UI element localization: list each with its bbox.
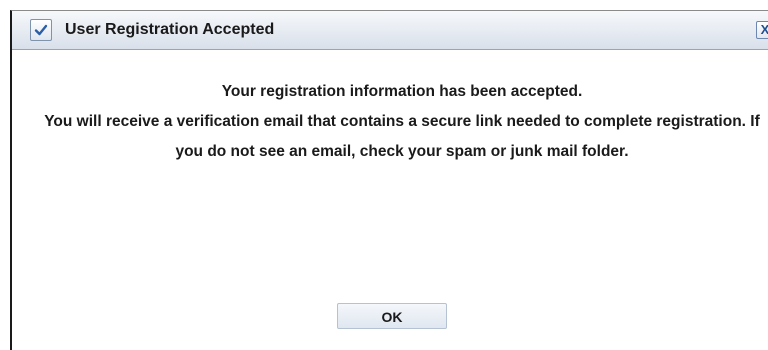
dialog-message: Your registration information has been a… bbox=[32, 77, 768, 167]
dialog-title: User Registration Accepted bbox=[65, 21, 275, 38]
checkmark-icon bbox=[30, 19, 52, 41]
registration-accepted-dialog: User Registration Accepted X Your regist… bbox=[10, 10, 768, 350]
message-line-accepted: Your registration information has been a… bbox=[221, 83, 583, 100]
close-button[interactable]: X bbox=[756, 21, 768, 39]
message-line-verification: You will receive a verification email th… bbox=[44, 113, 760, 160]
ok-button[interactable]: OK bbox=[337, 303, 447, 329]
dialog-titlebar: User Registration Accepted X bbox=[12, 11, 768, 50]
